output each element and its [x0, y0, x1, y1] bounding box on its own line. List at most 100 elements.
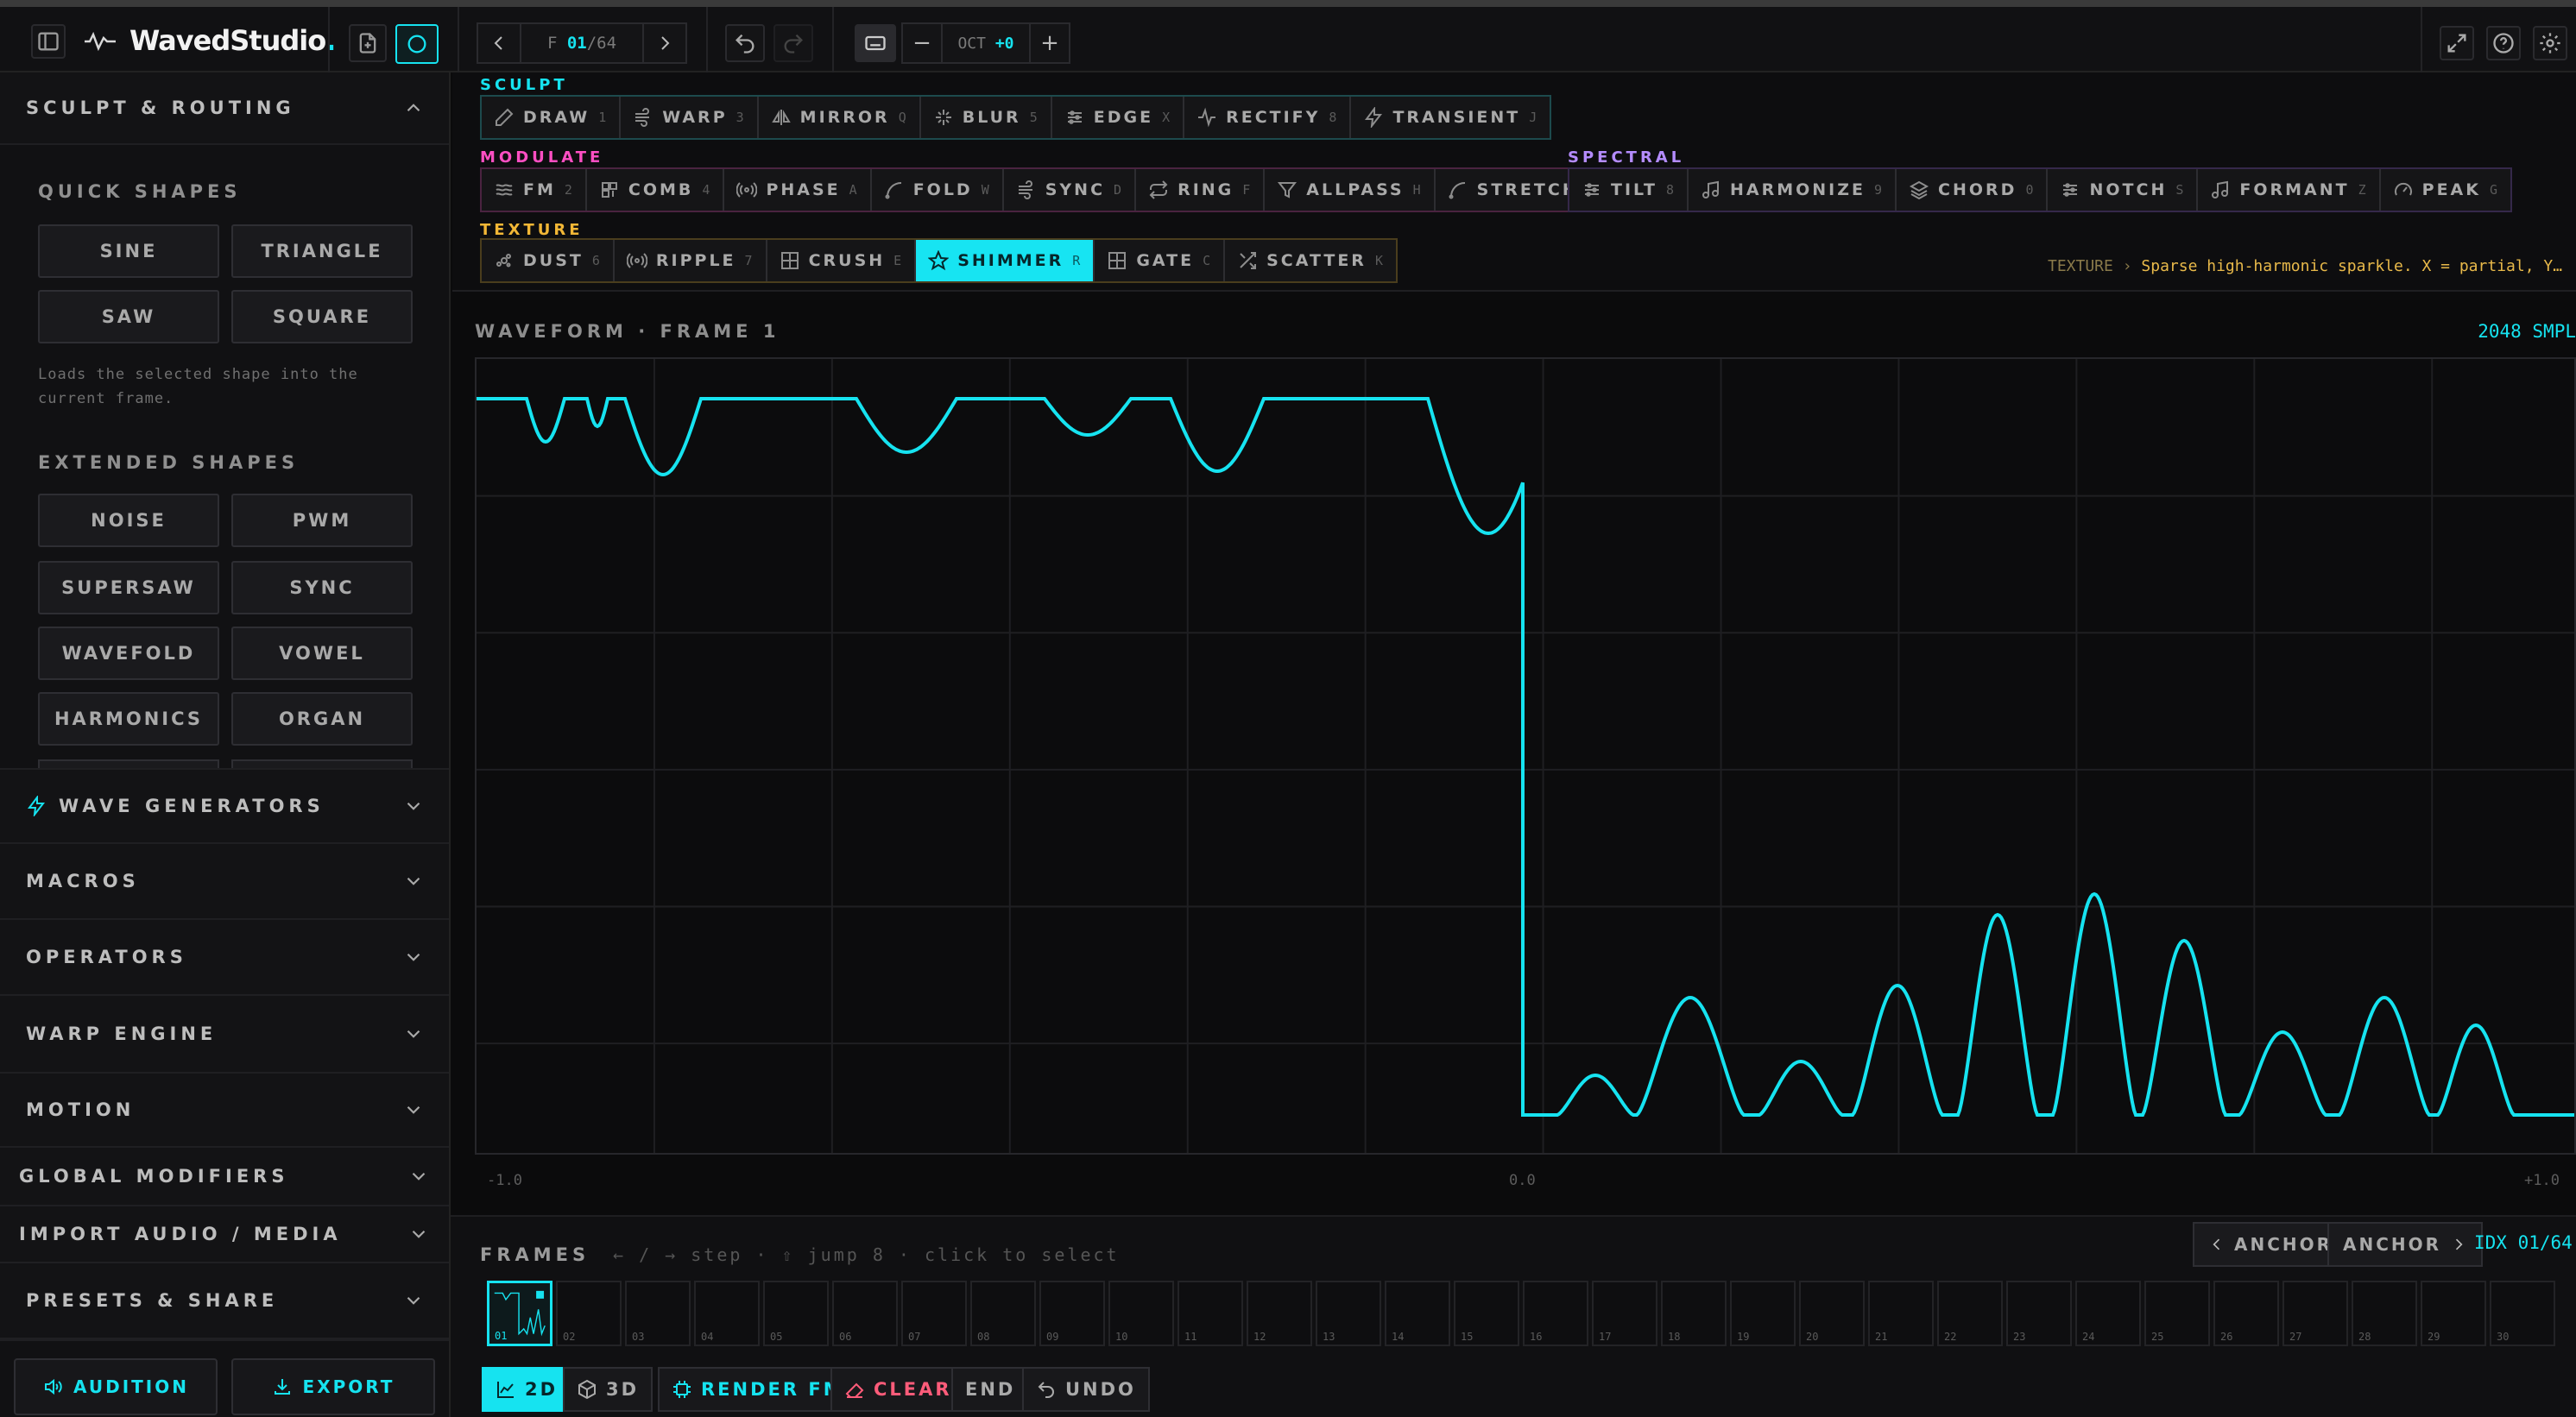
octave-down-button[interactable]: − [903, 24, 943, 62]
shape-vowel-button[interactable]: VOWEL [231, 627, 413, 680]
section-warp-engine[interactable]: WARP ENGINE [0, 996, 449, 1074]
new-file-button[interactable] [349, 24, 387, 62]
frame-thumbnail[interactable]: 12 [1247, 1281, 1312, 1346]
frame-thumbnail[interactable]: 02 [556, 1281, 622, 1346]
frame-thumbnail[interactable]: 22 [1937, 1281, 2003, 1346]
undo-action-button[interactable]: UNDO [1022, 1367, 1150, 1412]
section-import-audio[interactable]: IMPORT AUDIO / MEDIA [0, 1206, 449, 1263]
undo-button[interactable] [725, 24, 765, 62]
settings-button[interactable] [2533, 26, 2567, 60]
tool-formant-button[interactable]: FORMANT Z [2198, 169, 2381, 211]
section-macros[interactable]: MACROS [0, 844, 449, 920]
tool-harmonize-button[interactable]: HARMONIZE 9 [1689, 169, 1897, 211]
frame-thumbnail[interactable]: 21 [1868, 1281, 1934, 1346]
frame-thumbnail[interactable]: 14 [1385, 1281, 1450, 1346]
view-2d-button[interactable]: 2D [482, 1367, 572, 1412]
frame-thumbnail[interactable]: 11 [1178, 1281, 1243, 1346]
tool-fm-button[interactable]: FM 2 [482, 169, 587, 211]
help-button[interactable] [2486, 26, 2521, 60]
next-frame-button[interactable] [642, 24, 685, 62]
render-fm-button[interactable]: RENDER FM [658, 1367, 858, 1412]
section-motion[interactable]: MOTION [0, 1074, 449, 1148]
record-toggle-button[interactable] [395, 24, 439, 64]
clear-button[interactable]: CLEAR [830, 1367, 966, 1412]
frame-thumbnail[interactable]: 17 [1592, 1281, 1657, 1346]
frame-thumbnail[interactable]: 16 [1523, 1281, 1588, 1346]
frame-thumbnail[interactable]: 15 [1454, 1281, 1519, 1346]
tool-draw-button[interactable]: DRAW 1 [482, 97, 622, 138]
frame-thumbnail[interactable]: 10 [1108, 1281, 1174, 1346]
frame-thumbnail[interactable]: 07 [901, 1281, 967, 1346]
shape-sync-button[interactable]: SYNC [231, 561, 413, 614]
frame-thumbnail[interactable]: 27 [2282, 1281, 2348, 1346]
waveform-line[interactable] [477, 397, 2574, 1117]
tool-blur-button[interactable]: BLUR 5 [921, 97, 1052, 138]
frame-thumbnail[interactable]: 03 [625, 1281, 691, 1346]
tool-ripple-button[interactable]: RIPPLE 7 [615, 240, 767, 281]
redo-button[interactable] [773, 24, 813, 62]
tool-notch-button[interactable]: NOTCH S [2048, 169, 2199, 211]
prev-frame-button[interactable] [478, 24, 521, 62]
section-wave-generators[interactable]: WAVE GENERATORS [0, 768, 449, 844]
shape-sine-button[interactable]: SINE [38, 224, 219, 278]
shape-harmonics-button[interactable]: HARMONICS [38, 692, 219, 746]
tool-allpass-button[interactable]: ALLPASS H [1265, 169, 1436, 211]
tool-scatter-button[interactable]: SCATTER K [1225, 240, 1396, 281]
frame-thumbnail[interactable]: 20 [1799, 1281, 1865, 1346]
frame-thumbnail[interactable]: 18 [1661, 1281, 1727, 1346]
frame-thumbnail[interactable]: 25 [2144, 1281, 2210, 1346]
shape-noise-button[interactable]: NOISE [38, 494, 219, 547]
tool-crush-button[interactable]: CRUSH E [767, 240, 917, 281]
shape-supersaw-button[interactable]: SUPERSAW [38, 561, 219, 614]
view-3d-button[interactable]: 3D [563, 1367, 653, 1412]
waveform-plot[interactable] [477, 359, 2574, 1153]
end-button[interactable]: END [951, 1367, 1030, 1412]
frame-thumbnail[interactable]: 06 [832, 1281, 898, 1346]
toggle-sidebar-button[interactable] [31, 24, 66, 59]
tool-rectify-button[interactable]: RECTIFY 8 [1184, 97, 1352, 138]
waveform-canvas[interactable] [475, 357, 2576, 1155]
section-operators[interactable]: OPERATORS [0, 920, 449, 996]
frame-thumbnail[interactable]: 13 [1316, 1281, 1381, 1346]
frame-thumbnail[interactable]: 04 [694, 1281, 760, 1346]
shape-pwm-button[interactable]: PWM [231, 494, 413, 547]
tool-mirror-button[interactable]: MIRROR Q [759, 97, 921, 138]
shape-saw-button[interactable]: SAW [38, 290, 219, 343]
shape-square-button[interactable]: SQUARE [231, 290, 413, 343]
shape-triangle-button[interactable]: TRIANGLE [231, 224, 413, 278]
tool-ring-button[interactable]: RING F [1136, 169, 1266, 211]
anchor-prev-button[interactable]: ANCHOR [2193, 1222, 2349, 1267]
tool-edge-button[interactable]: EDGE X [1052, 97, 1185, 138]
tool-tilt-button[interactable]: TILT 8 [1569, 169, 1689, 211]
frame-thumbnail[interactable]: 30 [2490, 1281, 2555, 1346]
tool-fold-button[interactable]: FOLD W [872, 169, 1004, 211]
export-button[interactable]: EXPORT [231, 1358, 435, 1415]
frame-thumbnail[interactable]: 05 [763, 1281, 829, 1346]
tool-shimmer-button[interactable]: SHIMMER R [916, 240, 1095, 281]
octave-up-button[interactable]: + [1029, 24, 1069, 62]
keyboard-button[interactable] [855, 24, 896, 62]
tool-phase-button[interactable]: PHASE A [724, 169, 872, 211]
frame-thumbnail[interactable]: 09 [1039, 1281, 1105, 1346]
frame-thumbnail[interactable]: 28 [2352, 1281, 2417, 1346]
fullscreen-button[interactable] [2440, 26, 2474, 60]
section-presets-share[interactable]: PRESETS & SHARE [0, 1263, 449, 1339]
audition-button[interactable]: AUDITION [14, 1358, 218, 1415]
tool-comb-button[interactable]: COMB 4 [587, 169, 725, 211]
frame-thumbnail[interactable]: 26 [2213, 1281, 2279, 1346]
frame-thumbnail[interactable]: 29 [2421, 1281, 2486, 1346]
anchor-next-button[interactable]: ANCHOR [2327, 1222, 2484, 1267]
tool-gate-button[interactable]: GATE C [1095, 240, 1226, 281]
frame-thumbnail[interactable]: 08 [970, 1281, 1036, 1346]
tool-dust-button[interactable]: DUST 6 [482, 240, 615, 281]
frame-thumbnail[interactable]: 19 [1730, 1281, 1796, 1346]
section-sculpt-routing[interactable]: SCULPT & ROUTING [0, 72, 449, 145]
tool-transient-button[interactable]: TRANSIENT J [1351, 97, 1550, 138]
tool-chord-button[interactable]: CHORD 0 [1897, 169, 2049, 211]
tool-sync-button[interactable]: SYNC D [1004, 169, 1137, 211]
section-global-modifiers[interactable]: GLOBAL MODIFIERS [0, 1148, 449, 1206]
frame-thumbnail[interactable]: 23 [2006, 1281, 2072, 1346]
shape-organ-button[interactable]: ORGAN [231, 692, 413, 746]
tool-peak-button[interactable]: PEAK G [2381, 169, 2510, 211]
frame-thumbnail[interactable]: 24 [2075, 1281, 2141, 1346]
